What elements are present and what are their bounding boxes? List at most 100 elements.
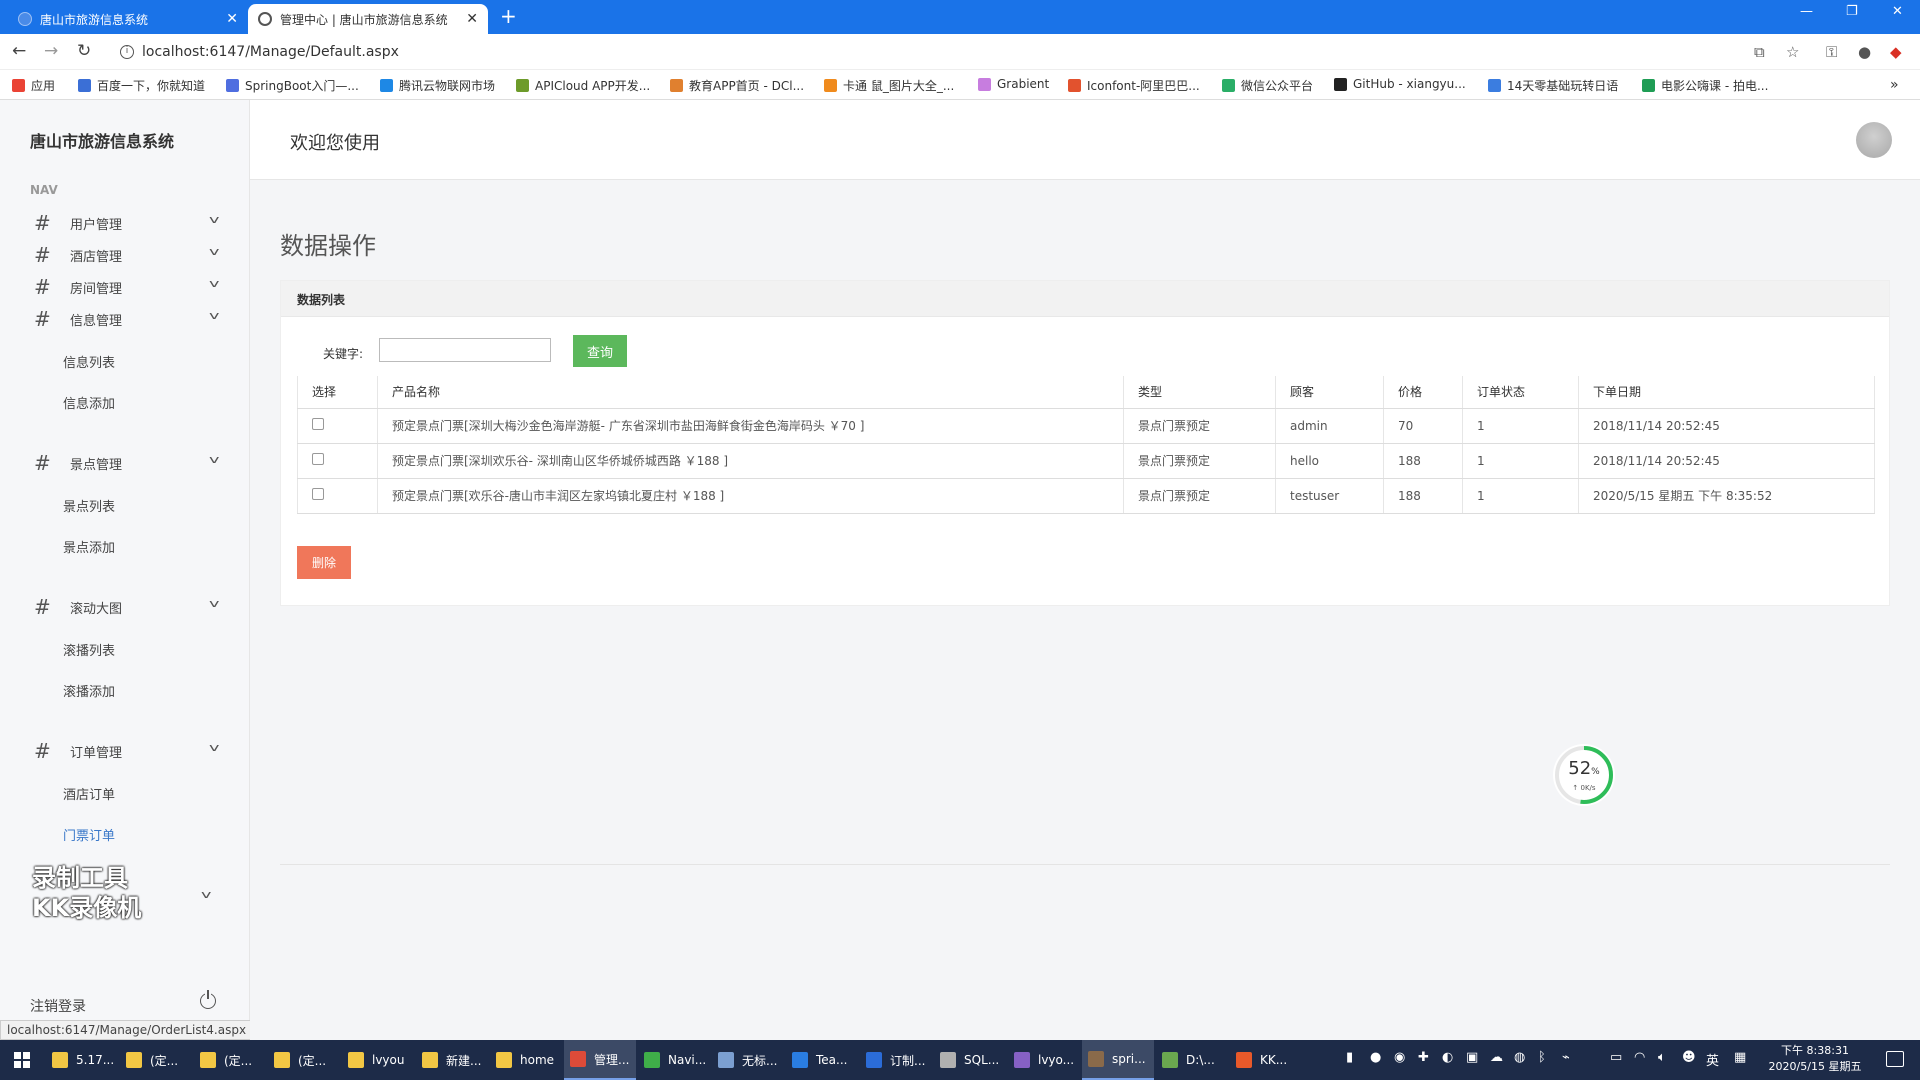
taskbar-item[interactable]: (定...	[268, 1040, 340, 1080]
menu-order-management[interactable]: # 订单管理 v	[34, 739, 224, 763]
bookmark-item[interactable]: 卡通 鼠_图片大全_...	[824, 77, 954, 94]
forward-icon[interactable]: →	[44, 41, 58, 61]
taskbar-item[interactable]: SQL...	[934, 1040, 1006, 1080]
ime-status-icon[interactable]: ☻	[1682, 1050, 1696, 1065]
bookmark-item[interactable]: APICloud APP开发...	[516, 77, 650, 94]
taskbar-item[interactable]: (定...	[120, 1040, 192, 1080]
taskbar-item[interactable]: lvyo...	[1008, 1040, 1080, 1080]
taskbar-item[interactable]: 管理...	[564, 1040, 636, 1080]
orders-table: 选择 产品名称 类型 顾客 价格 订单状态 下单日期 预定景点门票[深圳大梅沙金…	[297, 376, 1875, 514]
windows-start-icon[interactable]	[14, 1052, 30, 1068]
url-field[interactable]: i localhost:6147/Manage/Default.aspx	[110, 38, 1760, 66]
volume-icon[interactable]: 🔈︎	[1658, 1050, 1666, 1065]
menu-slider-images[interactable]: # 滚动大图 v	[34, 595, 224, 619]
row-checkbox[interactable]	[312, 488, 324, 500]
sub-info-add[interactable]: 信息添加	[63, 393, 115, 412]
keyword-input[interactable]	[379, 338, 551, 362]
ime-language[interactable]: 英	[1706, 1050, 1719, 1069]
taskbar-item[interactable]: Navi...	[638, 1040, 710, 1080]
bookmark-item[interactable]: Iconfont-阿里巴巴...	[1068, 77, 1200, 94]
network-speed-widget[interactable]: 52% ↑ 0K/s	[1553, 744, 1615, 806]
taskbar-item[interactable]: home	[490, 1040, 562, 1080]
bookmark-item[interactable]: 14天零基础玩转日语	[1488, 77, 1618, 94]
sub-info-list[interactable]: 信息列表	[63, 352, 115, 371]
tab-manage-center[interactable]: 管理中心 | 唐山市旅游信息系统 ✕	[248, 4, 488, 34]
reload-icon[interactable]: ↻	[77, 41, 91, 61]
product-name-cell: 预定景点门票[深圳欢乐谷- 深圳南山区华侨城侨城西路 ￥188 ]	[377, 443, 1124, 479]
avatar[interactable]	[1856, 122, 1892, 158]
sub-slider-add[interactable]: 滚播添加	[63, 681, 115, 700]
menu-hotel-management[interactable]: # 酒店管理 v	[34, 243, 224, 267]
translate-icon[interactable]: ⧉	[1754, 43, 1765, 61]
menu-user-management[interactable]: # 用户管理 v	[34, 211, 224, 235]
bookmark-item[interactable]: 腾讯云物联网市场	[380, 77, 495, 94]
notification-icon[interactable]	[1886, 1051, 1904, 1067]
bookmark-item[interactable]: 百度一下，你就知道	[78, 77, 205, 94]
tray-icon[interactable]: ▣	[1466, 1050, 1478, 1065]
key-icon[interactable]: ⚿	[1826, 43, 1837, 61]
taskbar-item[interactable]: 新建...	[416, 1040, 488, 1080]
sub-scenic-list[interactable]: 景点列表	[63, 496, 115, 515]
tray-icon[interactable]: ◐	[1442, 1050, 1453, 1065]
close-icon[interactable]: ✕	[466, 11, 478, 27]
bookmark-item[interactable]: 电影公嗨课 - 拍电...	[1642, 77, 1768, 94]
taskbar-item-label: lvyou	[372, 1053, 405, 1067]
tray-icon[interactable]: ●	[1370, 1050, 1381, 1065]
row-checkbox[interactable]	[312, 418, 324, 430]
taskbar-item-label: KK...	[1260, 1053, 1288, 1067]
bookmark-item[interactable]: SpringBoot入门—...	[226, 77, 359, 94]
tray-icon[interactable]: ▮	[1346, 1050, 1353, 1065]
profile-icon[interactable]: ●	[1858, 43, 1871, 61]
sub-slider-list[interactable]: 滚播列表	[63, 640, 115, 659]
bookmark-item[interactable]: 微信公众平台	[1222, 77, 1313, 94]
keyboard-grid-icon[interactable]: ▦	[1734, 1050, 1746, 1065]
back-icon[interactable]: ←	[12, 41, 26, 61]
restore-button[interactable]: ❐	[1846, 4, 1858, 19]
tray-icon[interactable]: ☁	[1490, 1050, 1503, 1065]
sub-hotel-orders[interactable]: 酒店订单	[63, 784, 115, 803]
window-close-button[interactable]: ✕	[1892, 4, 1903, 19]
clock[interactable]: 下午 8:38:31 2020/5/15 星期五	[1760, 1043, 1870, 1075]
tab-travel-system[interactable]: 唐山市旅游信息系统 ✕	[8, 4, 248, 34]
bookmark-item[interactable]: GitHub - xiangyu...	[1334, 77, 1466, 91]
bluetooth-icon[interactable]: ᛒ	[1538, 1050, 1546, 1065]
extension-icon[interactable]: ◆	[1890, 43, 1902, 61]
taskbar-item[interactable]: (定...	[194, 1040, 266, 1080]
tray-icon[interactable]: ◉	[1394, 1050, 1405, 1065]
divider	[280, 864, 1890, 865]
close-icon[interactable]: ✕	[226, 11, 238, 27]
minimize-button[interactable]: —	[1800, 4, 1813, 19]
wifi-icon[interactable]: ◠	[1634, 1050, 1645, 1065]
sub-scenic-add[interactable]: 景点添加	[63, 537, 115, 556]
taskbar-item[interactable]: lvyou	[342, 1040, 414, 1080]
bookmark-item[interactable]: 教育APP首页 - DCl...	[670, 77, 804, 94]
taskbar-item[interactable]: spri...	[1082, 1040, 1154, 1080]
taskbar-item[interactable]: Tea...	[786, 1040, 858, 1080]
taskbar-item[interactable]: 订制...	[860, 1040, 932, 1080]
usb-icon[interactable]: ⌁	[1562, 1050, 1570, 1065]
tray-icon[interactable]: ✚	[1418, 1050, 1429, 1065]
logout-link[interactable]: 注销登录	[30, 996, 86, 1016]
menu-info-management[interactable]: # 信息管理 v	[34, 307, 224, 331]
tray-icon[interactable]: ◍	[1514, 1050, 1525, 1065]
info-icon[interactable]: i	[120, 45, 134, 59]
bookmark-item[interactable]: Grabient	[978, 77, 1049, 91]
star-icon[interactable]: ☆	[1786, 43, 1799, 61]
delete-button[interactable]: 删除	[297, 546, 351, 579]
search-button[interactable]: 查询	[573, 335, 627, 367]
taskbar-item[interactable]: 无标...	[712, 1040, 784, 1080]
menu-scenic-management[interactable]: # 景点管理 v	[34, 451, 224, 475]
more-bookmarks-icon[interactable]: »	[1890, 77, 1899, 93]
browser-tab-strip: 唐山市旅游信息系统 ✕ 管理中心 | 唐山市旅游信息系统 ✕ + — ❐ ✕	[0, 0, 1920, 34]
new-tab-button[interactable]: +	[500, 4, 517, 28]
bookmark-item[interactable]: 应用	[12, 77, 55, 94]
taskbar-item[interactable]: D:\...	[1156, 1040, 1228, 1080]
sub-ticket-orders[interactable]: 门票订单	[63, 825, 115, 844]
chevron-down-icon: v	[209, 453, 220, 466]
taskbar-item[interactable]: KK...	[1230, 1040, 1302, 1080]
taskbar-item[interactable]: 5.17...	[46, 1040, 118, 1080]
row-checkbox[interactable]	[312, 453, 324, 465]
display-icon[interactable]: ▭	[1610, 1050, 1622, 1065]
power-icon[interactable]	[200, 990, 216, 1009]
menu-room-management[interactable]: # 房间管理 v	[34, 275, 224, 299]
